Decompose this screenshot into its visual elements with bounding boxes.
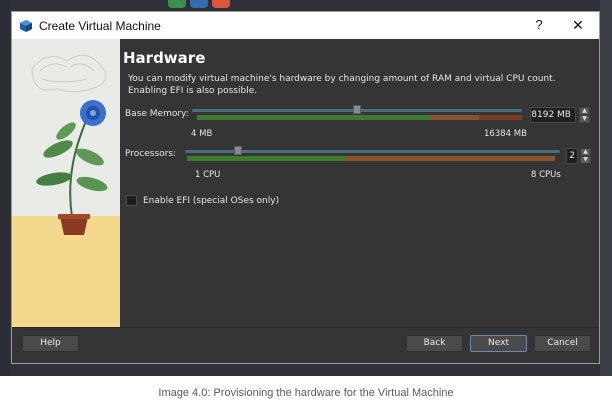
processors-range-indicator bbox=[187, 156, 555, 161]
page-description: You can modify virtual machine's hardwar… bbox=[128, 74, 556, 96]
spin-down-icon[interactable]: ▼ bbox=[579, 115, 590, 123]
blue-tool-icon bbox=[190, 0, 208, 8]
next-button[interactable]: Next bbox=[470, 335, 527, 352]
help-button[interactable]: Help bbox=[22, 335, 79, 352]
background-window-right bbox=[600, 0, 612, 376]
green-plus-icon bbox=[168, 0, 186, 8]
figure-caption: Image 4.0: Provisioning the hardware for… bbox=[158, 387, 454, 399]
wizard-illustration bbox=[12, 39, 120, 327]
processors-spin-buttons[interactable]: ▲ ▼ bbox=[580, 148, 591, 164]
footer-divider bbox=[12, 327, 599, 328]
processors-min-label: 1 CPU bbox=[195, 170, 221, 180]
processors-max-label: 8 CPUs bbox=[531, 170, 561, 180]
background-window-left bbox=[0, 0, 10, 376]
spin-up-icon[interactable]: ▲ bbox=[580, 148, 591, 156]
window-title: Create Virtual Machine bbox=[39, 19, 161, 33]
background-toolbar-icons bbox=[168, 0, 248, 10]
base-memory-label: Base Memory: bbox=[125, 109, 189, 119]
enable-efi-label[interactable]: Enable EFI (special OSes only) bbox=[143, 196, 279, 206]
title-help-button[interactable]: ? bbox=[529, 16, 549, 34]
processors-label: Processors: bbox=[125, 149, 177, 159]
spin-up-icon[interactable]: ▲ bbox=[579, 107, 590, 115]
memory-spin-buttons[interactable]: ▲ ▼ bbox=[579, 107, 590, 123]
spin-down-icon[interactable]: ▼ bbox=[580, 156, 591, 164]
enable-efi-checkbox[interactable] bbox=[126, 195, 137, 206]
memory-max-label: 16384 MB bbox=[484, 129, 527, 139]
cancel-button[interactable]: Cancel bbox=[534, 335, 591, 352]
create-vm-dialog: Create Virtual Machine ? ✕ Hardware You … bbox=[11, 11, 600, 364]
virtualbox-cube-icon bbox=[20, 20, 32, 32]
dialog-content: Hardware You can modify virtual machine'… bbox=[12, 39, 599, 363]
back-button[interactable]: Back bbox=[406, 335, 463, 352]
close-button[interactable]: ✕ bbox=[568, 16, 588, 34]
potted-flower-icon bbox=[36, 100, 108, 235]
title-bar: Create Virtual Machine ? ✕ bbox=[12, 12, 599, 39]
memory-spinbox[interactable]: 8192 MB bbox=[530, 107, 576, 123]
memory-slider-handle[interactable] bbox=[353, 105, 361, 114]
memory-min-label: 4 MB bbox=[191, 129, 213, 139]
red-tool-icon bbox=[212, 0, 230, 8]
page-title: Hardware bbox=[123, 49, 206, 67]
processors-slider-handle[interactable] bbox=[233, 146, 242, 155]
memory-range-indicator bbox=[197, 115, 522, 120]
processors-spinbox[interactable]: 2 bbox=[566, 148, 578, 164]
